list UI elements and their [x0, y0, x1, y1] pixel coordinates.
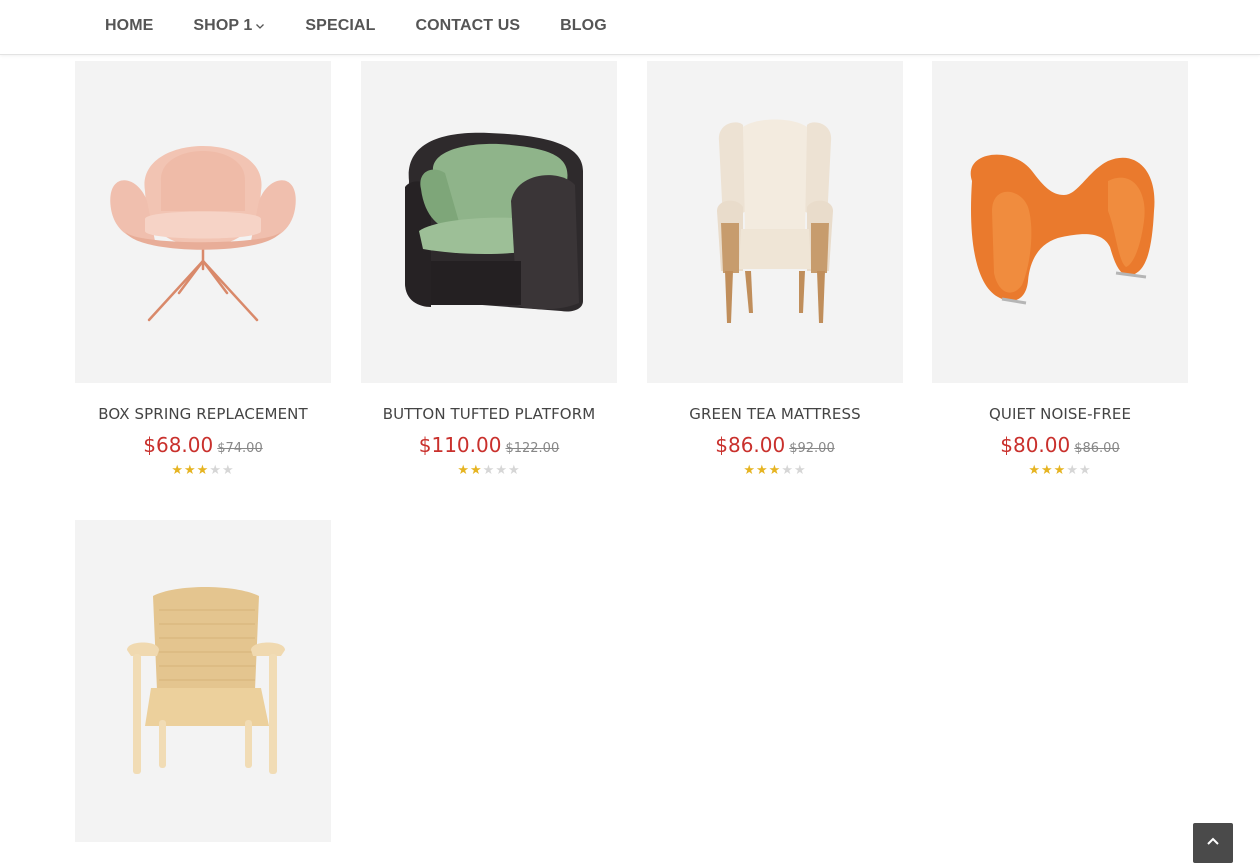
wingback-chair-image [717, 119, 833, 323]
star-icon: ★ [768, 462, 782, 477]
product-name[interactable]: BUTTON TUFTED PLATFORM [361, 405, 617, 423]
product-card: BUTTON TUFTED PLATFORM $110.00 $122.00 ★★… [361, 61, 617, 478]
product-price-block: $86.00 $92.00 [647, 433, 903, 457]
product-old-price: $122.00 [505, 441, 560, 456]
star-icon: ★ [756, 462, 769, 477]
star-icon: ★ [470, 462, 483, 477]
product-image-link[interactable] [75, 520, 331, 842]
product-card: BOX SPRING REPLACEMENT $68.00 $74.00 ★★★★… [75, 61, 331, 478]
nav-blog[interactable]: BLOG [560, 17, 607, 35]
star-icon: ★ [1066, 462, 1079, 477]
product-card: GREEN TEA MATTRESS $86.00 $92.00 ★★★★★ [647, 61, 903, 478]
star-icon: ★ [482, 462, 496, 477]
nav-shop-1[interactable]: SHOP 1 [193, 17, 265, 35]
star-icon: ★ [793, 462, 807, 477]
product-rating: ★★★★★ [75, 462, 331, 478]
product-image-link[interactable] [932, 61, 1188, 383]
nav-contact-us-label: CONTACT US [415, 16, 521, 34]
star-icon: ★ [209, 462, 222, 477]
product-image-link[interactable] [75, 61, 331, 383]
product-price-block: $68.00 $74.00 [75, 433, 331, 457]
product-price-block: $110.00 $122.00 [361, 433, 617, 457]
product-name[interactable]: QUIET NOISE-FREE [932, 405, 1188, 423]
star-icon: ★ [495, 462, 508, 477]
star-icon: ★ [196, 462, 210, 477]
product-image-link[interactable] [361, 61, 617, 383]
nav-shop-1-label: SHOP 1 [193, 16, 253, 34]
star-icon: ★ [221, 462, 235, 477]
star-icon: ★ [743, 462, 757, 477]
product-price: $86.00 [715, 433, 786, 457]
product-price: $68.00 [143, 433, 214, 457]
main-menu: HOME SHOP 1 SPECIAL CONTACT US BLOG [105, 0, 647, 55]
green-wicker-armchair-image [405, 132, 583, 312]
product-rating: ★★★★★ [932, 462, 1188, 478]
product-card [75, 520, 331, 842]
back-to-top-button[interactable] [1193, 823, 1233, 863]
star-icon: ★ [457, 462, 471, 477]
star-icon: ★ [1028, 462, 1042, 477]
star-icon: ★ [184, 462, 197, 477]
chevron-up-icon [1206, 834, 1220, 853]
nav-home-label: HOME [105, 16, 154, 34]
nav-special[interactable]: SPECIAL [305, 17, 375, 35]
product-image-link[interactable] [647, 61, 903, 383]
nav-blog-label: BLOG [560, 16, 607, 34]
product-old-price: $86.00 [1074, 441, 1120, 456]
product-rating: ★★★★★ [647, 462, 903, 478]
star-icon: ★ [1053, 462, 1067, 477]
star-icon: ★ [1041, 462, 1054, 477]
chevron-down-icon [255, 21, 265, 31]
orange-lounge-chair-image [970, 154, 1155, 305]
star-icon: ★ [171, 462, 185, 477]
nav-special-label: SPECIAL [305, 16, 376, 34]
top-navigation-bar: HOME SHOP 1 SPECIAL CONTACT US BLOG [0, 0, 1260, 55]
product-name[interactable]: BOX SPRING REPLACEMENT [75, 405, 331, 423]
product-price: $110.00 [418, 433, 502, 457]
star-icon: ★ [1078, 462, 1092, 477]
nav-home[interactable]: HOME [105, 17, 153, 35]
product-card: QUIET NOISE-FREE $80.00 $86.00 ★★★★★ [932, 61, 1188, 478]
product-old-price: $74.00 [217, 441, 263, 456]
rope-lounge-chair-image [127, 587, 285, 774]
product-price: $80.00 [1000, 433, 1071, 457]
star-icon: ★ [507, 462, 521, 477]
product-price-block: $80.00 $86.00 [932, 433, 1188, 457]
product-name[interactable]: GREEN TEA MATTRESS [647, 405, 903, 423]
nav-contact-us[interactable]: CONTACT US [415, 17, 520, 35]
product-old-price: $92.00 [789, 441, 835, 456]
product-rating: ★★★★★ [361, 462, 617, 478]
pink-swivel-chair-image [110, 146, 296, 322]
star-icon: ★ [781, 462, 794, 477]
